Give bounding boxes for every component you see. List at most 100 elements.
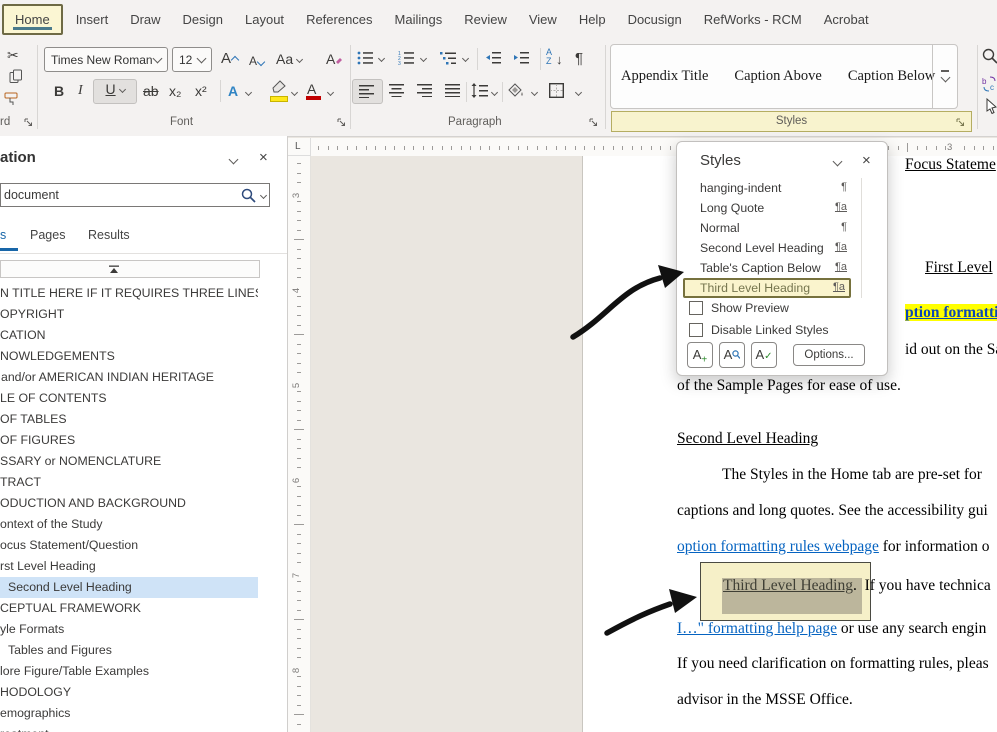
- style-inspector-button[interactable]: A: [719, 342, 745, 368]
- chevron-down-icon[interactable]: [378, 55, 385, 62]
- paragraph-dialog-launcher-icon[interactable]: [588, 117, 600, 129]
- style-item[interactable]: Table's Caption Below¶a: [683, 258, 851, 278]
- vertical-ruler[interactable]: 345678: [288, 156, 311, 732]
- align-left-button[interactable]: [352, 79, 383, 104]
- nav-item[interactable]: ontext of the Study: [0, 514, 258, 535]
- font-name-select[interactable]: Times New Roman: [44, 47, 168, 72]
- tab-results[interactable]: Results: [88, 228, 130, 242]
- horizontal-ruler[interactable]: 3: [311, 138, 997, 156]
- hyperlink[interactable]: I…" formatting help page: [677, 620, 837, 637]
- doc-text-line[interactable]: of the Sample Pages for ease of use.: [677, 376, 901, 395]
- ribbon-tab-review[interactable]: Review: [453, 4, 518, 35]
- doc-text-line[interactable]: Focus Stateme: [905, 155, 996, 174]
- nav-item[interactable]: SSARY or NOMENCLATURE: [0, 451, 258, 472]
- styles-dialog-launcher-icon[interactable]: [955, 117, 967, 129]
- grow-font-button[interactable]: A: [221, 50, 238, 68]
- subscript-button[interactable]: x₂: [169, 82, 181, 100]
- doc-text-line[interactable]: First Level: [925, 258, 993, 277]
- gallery-style-caption-above[interactable]: Caption Above: [734, 68, 821, 85]
- new-style-button[interactable]: A+: [687, 342, 713, 368]
- ribbon-tab-mailings[interactable]: Mailings: [384, 4, 454, 35]
- chevron-down-icon[interactable]: [327, 89, 334, 96]
- disable-linked-styles-checkbox[interactable]: Disable Linked Styles: [689, 323, 829, 337]
- ribbon-tab-acrobat[interactable]: Acrobat: [813, 4, 880, 35]
- change-case-button[interactable]: Aa: [276, 50, 302, 68]
- align-center-button[interactable]: [389, 84, 405, 97]
- search-icon[interactable]: [241, 188, 256, 203]
- text-highlight-button[interactable]: [270, 80, 286, 93]
- bullets-button[interactable]: [357, 50, 374, 65]
- chevron-down-icon[interactable]: [531, 89, 538, 96]
- doc-text-line[interactable]: The Styles in the Home tab are pre-set f…: [722, 465, 982, 484]
- nav-item[interactable]: ocus Statement/Question: [0, 535, 258, 556]
- doc-text-line[interactable]: Third Level Heading. If you have technic…: [723, 576, 991, 595]
- numbering-button[interactable]: 123: [398, 50, 415, 65]
- nav-item[interactable]: Tables and Figures: [0, 640, 258, 661]
- doc-text-line[interactable]: ption formatting: [905, 303, 997, 322]
- select-icon[interactable]: [986, 98, 997, 114]
- underline-button[interactable]: U: [93, 79, 137, 104]
- hyperlink[interactable]: ption formatting: [905, 304, 997, 321]
- text-effects-button[interactable]: A: [228, 82, 238, 100]
- close-icon[interactable]: ×: [259, 149, 268, 166]
- clipboard-dialog-launcher-icon[interactable]: [23, 117, 35, 129]
- nav-item[interactable]: rst Level Heading: [0, 556, 258, 577]
- ribbon-tab-home[interactable]: Home: [2, 4, 63, 35]
- nav-item[interactable]: ODUCTION AND BACKGROUND: [0, 493, 258, 514]
- ribbon-tab-design[interactable]: Design: [172, 4, 234, 35]
- collapse-all-button[interactable]: [0, 260, 260, 278]
- ribbon-tab-docusign[interactable]: Docusign: [617, 4, 693, 35]
- scrollbar[interactable]: [861, 178, 862, 298]
- nav-item[interactable]: yle Formats: [0, 619, 258, 640]
- decrease-indent-button[interactable]: [485, 50, 502, 65]
- show-preview-checkbox[interactable]: Show Preview: [689, 301, 789, 315]
- doc-text-line[interactable]: advisor in the MSSE Office.: [677, 690, 853, 709]
- chevron-down-icon[interactable]: [291, 89, 298, 96]
- show-paragraph-marks-button[interactable]: ¶: [575, 50, 583, 68]
- copy-icon[interactable]: [9, 69, 23, 84]
- chevron-down-icon[interactable]: [491, 89, 498, 96]
- nav-item[interactable]: LE OF CONTENTS: [0, 388, 258, 409]
- tab-pages[interactable]: Pages: [30, 228, 65, 242]
- nav-item[interactable]: TRACT: [0, 472, 258, 493]
- ribbon-tab-insert[interactable]: Insert: [65, 4, 120, 35]
- bold-button[interactable]: B: [54, 82, 64, 100]
- nav-item[interactable]: OPYRIGHT: [0, 304, 258, 325]
- ribbon-tab-refworks-rcm[interactable]: RefWorks - RCM: [693, 4, 813, 35]
- styles-gallery-more-button[interactable]: [932, 45, 957, 108]
- line-spacing-button[interactable]: [471, 83, 488, 98]
- cut-icon[interactable]: ✂: [7, 46, 19, 64]
- ruler-tab-selector[interactable]: L: [288, 138, 311, 156]
- sort-button[interactable]: AZ: [546, 48, 552, 66]
- chevron-down-icon[interactable]: [462, 55, 469, 62]
- chevron-down-icon[interactable]: [260, 192, 267, 199]
- font-dialog-launcher-icon[interactable]: [336, 117, 348, 129]
- style-item[interactable]: Third Level Heading¶a: [683, 278, 851, 298]
- ribbon-tab-draw[interactable]: Draw: [119, 4, 171, 35]
- ribbon-tab-help[interactable]: Help: [568, 4, 617, 35]
- nav-item[interactable]: CATION: [0, 325, 258, 346]
- nav-item[interactable]: NOWLEDGEMENTS: [0, 346, 258, 367]
- nav-item[interactable]: reatment: [0, 724, 258, 732]
- doc-text-line[interactable]: id out on the San: [905, 340, 997, 359]
- nav-item[interactable]: Second Level Heading: [0, 577, 258, 598]
- nav-item[interactable]: HODOLOGY: [0, 682, 258, 703]
- chevron-down-icon[interactable]: [420, 55, 427, 62]
- justify-button[interactable]: [445, 84, 461, 97]
- manage-styles-button[interactable]: A✓: [751, 342, 777, 368]
- strikethrough-button[interactable]: ab: [143, 82, 159, 100]
- nav-item[interactable]: emographics: [0, 703, 258, 724]
- nav-item[interactable]: CEPTUAL FRAMEWORK: [0, 598, 258, 619]
- find-icon[interactable]: [982, 48, 997, 64]
- chevron-down-icon[interactable]: [229, 155, 239, 165]
- gallery-style-caption-below[interactable]: Caption Below: [848, 68, 935, 85]
- format-painter-icon[interactable]: [4, 92, 20, 106]
- replace-icon[interactable]: bc: [982, 76, 997, 92]
- search-input[interactable]: document: [0, 183, 270, 207]
- style-item[interactable]: Normal¶: [683, 218, 851, 238]
- font-size-select[interactable]: 12: [172, 47, 212, 72]
- nav-item[interactable]: lore Figure/Table Examples: [0, 661, 258, 682]
- options-button[interactable]: Options...: [793, 344, 865, 366]
- hyperlink[interactable]: option formatting rules webpage: [677, 538, 879, 555]
- nav-item[interactable]: N TITLE HERE IF IT REQUIRES THREE LINES.…: [0, 283, 258, 304]
